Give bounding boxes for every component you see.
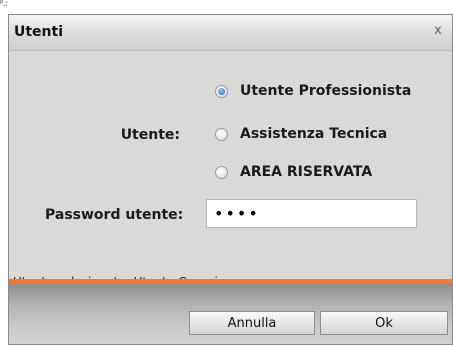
password-field[interactable] bbox=[206, 199, 417, 228]
radio-assistenza[interactable] bbox=[215, 127, 228, 141]
users-dialog: Utenti x Utente: Utente Professionista A… bbox=[8, 14, 453, 345]
cancel-button[interactable]: Annulla bbox=[189, 311, 315, 335]
radio-label-assistenza[interactable]: Assistenza Tecnica bbox=[240, 126, 387, 142]
radio-professionista[interactable] bbox=[215, 84, 228, 98]
dialog-body: Utente: Utente Professionista Assistenza… bbox=[9, 51, 452, 297]
radio-option-area-riservata[interactable]: AREA RISERVATA bbox=[215, 162, 372, 182]
password-label: Password utente: bbox=[45, 207, 184, 223]
background-fragment: ᵖ.: bbox=[0, 0, 8, 9]
radio-option-assistenza[interactable]: Assistenza Tecnica bbox=[215, 124, 387, 144]
radio-option-professionista[interactable]: Utente Professionista bbox=[215, 81, 411, 101]
radio-label-professionista[interactable]: Utente Professionista bbox=[240, 83, 411, 99]
user-type-label: Utente: bbox=[120, 127, 180, 143]
close-icon[interactable]: x bbox=[430, 23, 446, 39]
dialog-title: Utenti bbox=[14, 24, 64, 40]
radio-label-area-riservata[interactable]: AREA RISERVATA bbox=[240, 164, 372, 180]
title-bar[interactable]: Utenti x bbox=[9, 15, 452, 51]
ok-button[interactable]: Ok bbox=[320, 311, 448, 335]
radio-area-riservata[interactable] bbox=[215, 165, 228, 179]
button-bar: Annulla Ok bbox=[9, 284, 452, 344]
